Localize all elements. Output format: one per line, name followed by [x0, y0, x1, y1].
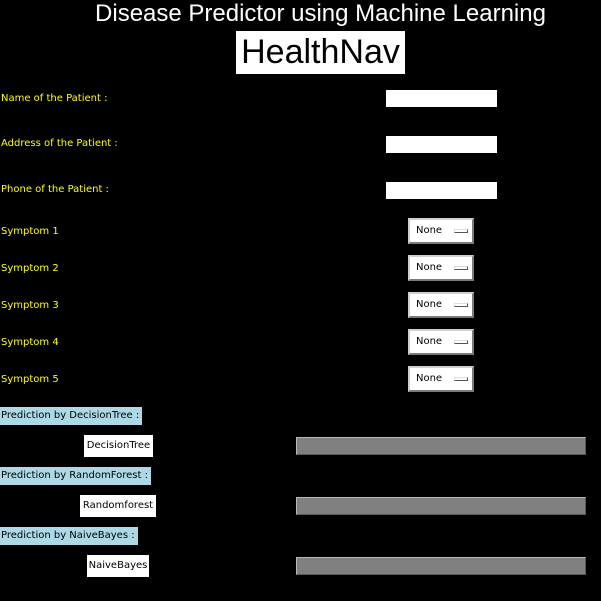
dropdown-indicator-icon [454, 377, 468, 381]
symptom-1-label: Symptom 1 [1, 226, 59, 237]
naivebayes-button[interactable]: NaiveBayes [87, 555, 149, 577]
brand-name: HealthNav [236, 31, 405, 74]
symptom-3-label: Symptom 3 [1, 300, 59, 311]
randomforest-button[interactable]: Randomforest [80, 495, 156, 517]
patient-name-label: Name of the Patient : [1, 93, 108, 104]
dropdown-indicator-icon [454, 340, 468, 344]
dropdown-indicator-icon [454, 266, 468, 270]
decisiontree-prediction-label: Prediction by DecisionTree : [0, 407, 143, 425]
decisiontree-result-field [296, 437, 586, 455]
patient-address-input[interactable] [386, 136, 497, 153]
symptom-4-dropdown[interactable]: None [408, 329, 474, 355]
dropdown-indicator-icon [454, 229, 468, 233]
dropdown-indicator-icon [454, 303, 468, 307]
symptom-2-label: Symptom 2 [1, 263, 59, 274]
symptom-5-label: Symptom 5 [1, 374, 59, 385]
randomforest-result-field [296, 497, 586, 515]
symptom-3-value: None [416, 299, 443, 310]
patient-phone-input[interactable] [386, 182, 497, 199]
symptom-2-dropdown[interactable]: None [408, 255, 474, 281]
symptom-4-label: Symptom 4 [1, 337, 59, 348]
naivebayes-prediction-label: Prediction by NaiveBayes : [0, 527, 138, 545]
randomforest-prediction-label: Prediction by RandomForest : [0, 467, 151, 485]
patient-name-input[interactable] [386, 90, 497, 107]
symptom-1-dropdown[interactable]: None [408, 218, 474, 244]
symptom-1-value: None [416, 225, 443, 236]
symptom-4-value: None [416, 336, 443, 347]
symptom-5-dropdown[interactable]: None [408, 366, 474, 392]
symptom-3-dropdown[interactable]: None [408, 292, 474, 318]
symptom-2-value: None [416, 262, 443, 273]
app-title: Disease Predictor using Machine Learning [95, 0, 546, 27]
patient-address-label: Address of the Patient : [1, 138, 118, 149]
patient-phone-label: Phone of the Patient : [1, 184, 109, 195]
symptom-5-value: None [416, 373, 443, 384]
naivebayes-result-field [296, 557, 586, 575]
decisiontree-button[interactable]: DecisionTree [84, 435, 153, 457]
